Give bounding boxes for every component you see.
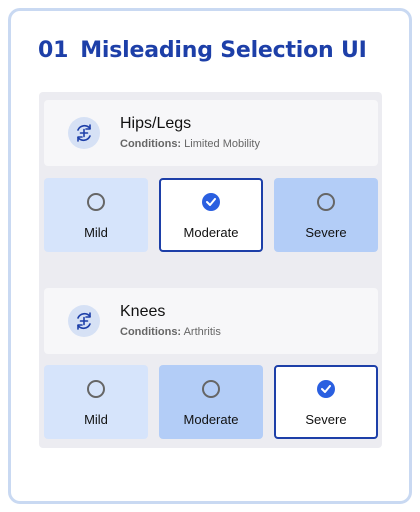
option-hips-moderate[interactable]: Moderate [159, 178, 263, 252]
option-hips-severe[interactable]: Severe [274, 178, 378, 252]
title-number: 01 [38, 38, 69, 63]
option-label: Severe [305, 412, 347, 427]
radio-unchecked-icon [317, 193, 335, 211]
group-name: Hips/Legs [120, 115, 192, 132]
rotate-plus-icon [68, 305, 100, 337]
option-hips-mild[interactable]: Mild [44, 178, 148, 252]
option-knees-moderate[interactable]: Moderate [159, 365, 263, 439]
conditions-label: Conditions: [120, 138, 182, 150]
page-title: 01 Misleading Selection UI [38, 38, 367, 63]
conditions-value: Limited Mobility [184, 138, 260, 150]
title-text: Misleading Selection UI [80, 38, 367, 63]
option-knees-severe[interactable]: Severe [274, 365, 378, 439]
radio-checked-icon [202, 193, 220, 211]
radio-unchecked-icon [87, 193, 105, 211]
group-header-knees: Knees Conditions: Arthritis [44, 288, 378, 354]
option-label: Severe [305, 225, 347, 240]
group-conditions: Conditions: Limited Mobility [120, 138, 260, 150]
option-label: Mild [84, 225, 108, 240]
group-name: Knees [120, 303, 166, 320]
option-label: Moderate [183, 412, 239, 427]
conditions-value: Arthritis [183, 326, 221, 338]
option-knees-mild[interactable]: Mild [44, 365, 148, 439]
option-label: Mild [84, 412, 108, 427]
rotate-plus-icon [68, 117, 100, 149]
radio-checked-icon [317, 380, 335, 398]
group-conditions: Conditions: Arthritis [120, 326, 221, 338]
option-label: Moderate [183, 225, 239, 240]
radio-unchecked-icon [202, 380, 220, 398]
radio-unchecked-icon [87, 380, 105, 398]
conditions-label: Conditions: [120, 326, 182, 338]
group-header-hips-legs: Hips/Legs Conditions: Limited Mobility [44, 100, 378, 166]
